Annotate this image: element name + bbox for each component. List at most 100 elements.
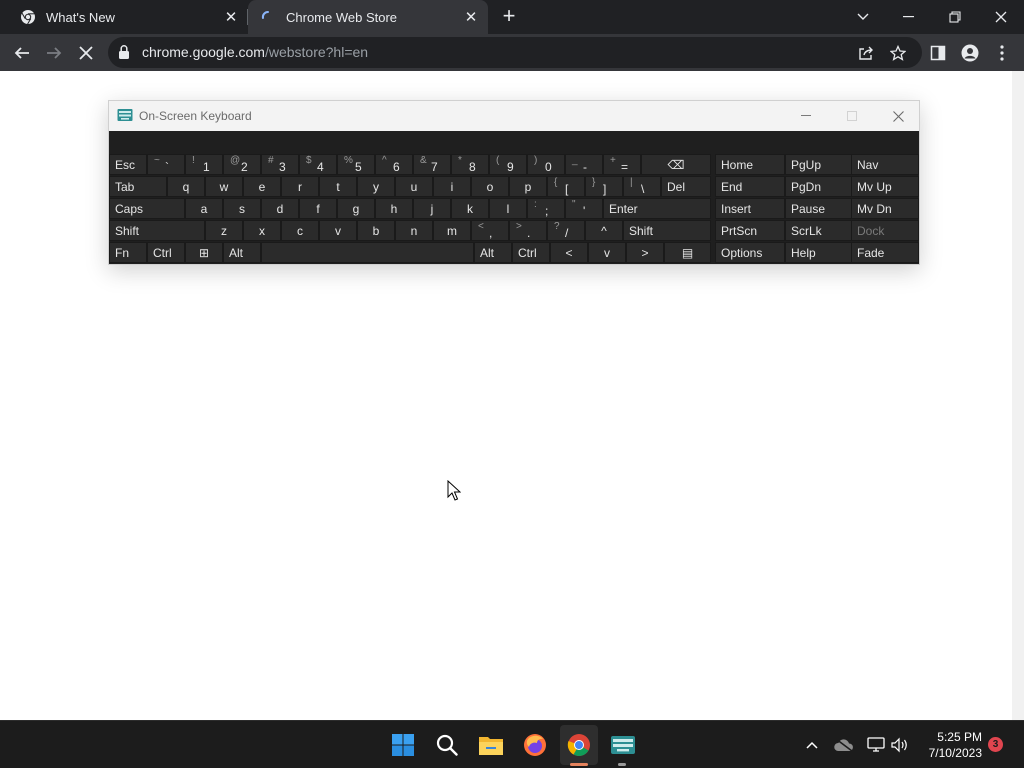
key-r[interactable]: r [281,176,319,197]
key-x[interactable]: x [243,220,281,241]
key-menu-key[interactable]: ▤ [664,242,711,263]
key-g[interactable]: g [337,198,375,219]
restore-icon[interactable] [932,0,978,34]
key-p[interactable]: p [509,176,547,197]
stop-loading-icon[interactable] [72,39,100,67]
minimize-icon[interactable] [886,0,932,34]
key-7[interactable]: & 7 [413,154,451,175]
address-bar[interactable]: chrome.google.com/webstore?hl=en [108,37,922,68]
key-j[interactable]: j [413,198,451,219]
key-z[interactable]: z [205,220,243,241]
new-tab-icon[interactable]: + [498,5,520,28]
key-l[interactable]: l [489,198,527,219]
firefox-icon[interactable] [520,730,550,760]
key-arrow-down[interactable]: v [588,242,626,263]
chrome-icon[interactable] [564,730,594,760]
key-sym[interactable]: :; [527,198,565,219]
key-dock[interactable]: Dock [851,220,919,241]
key-sym[interactable]: ~ ` [147,154,185,175]
key-3[interactable]: #3 [261,154,299,175]
osk-minimize-icon[interactable] [783,101,829,131]
tab-whats-new[interactable]: What's New ✕ [8,0,248,34]
key-fn[interactable]: Fn [109,242,147,263]
key-windows[interactable]: ⊞ [185,242,223,263]
key-scrlk[interactable]: ScrLk [785,220,855,241]
key-alt[interactable]: Alt [223,242,261,263]
key-b[interactable]: b [357,220,395,241]
onedrive-icon[interactable] [834,735,854,755]
key-o[interactable]: o [471,176,509,197]
key-ctrl[interactable]: Ctrl [147,242,185,263]
key-options[interactable]: Options [715,242,785,263]
key-y[interactable]: y [357,176,395,197]
key-shift[interactable]: Shift [109,220,205,241]
key-5[interactable]: % 5 [337,154,375,175]
key-arrow-up[interactable]: ^ [585,220,623,241]
key-s[interactable]: s [223,198,261,219]
key-t[interactable]: t [319,176,357,197]
key-tab[interactable]: Tab [109,176,167,197]
key-esc[interactable]: Esc [109,154,147,175]
key-sym[interactable]: | \ [623,176,661,197]
back-arrow-icon[interactable] [8,39,36,67]
on-screen-keyboard-icon[interactable] [608,730,638,760]
osk-titlebar[interactable]: On-Screen Keyboard [109,101,919,131]
key-fade[interactable]: Fade [851,242,919,263]
key-v[interactable]: v [319,220,357,241]
tab-chrome-web-store[interactable]: Chrome Web Store ✕ [248,0,488,34]
key-insert[interactable]: Insert [715,198,785,219]
key-mv-up[interactable]: Mv Up [851,176,919,197]
key-k[interactable]: k [451,198,489,219]
key-1[interactable]: ! 1 [185,154,223,175]
key-end[interactable]: End [715,176,785,197]
search-icon[interactable] [432,730,462,760]
key-sym[interactable]: + = [603,154,641,175]
key-pgup[interactable]: PgUp [785,154,855,175]
key-nav[interactable]: Nav [851,154,919,175]
key-f[interactable]: f [299,198,337,219]
key-sym[interactable]: <, [471,220,509,241]
page-scrollbar[interactable] [1012,71,1024,720]
key-m[interactable]: m [433,220,471,241]
menu-kebab-icon[interactable] [988,39,1016,67]
key-sym[interactable]: >. [509,220,547,241]
key-w[interactable]: w [205,176,243,197]
key-6[interactable]: ^ 6 [375,154,413,175]
key-arrow-left[interactable]: < [550,242,588,263]
key-sym[interactable]: {[ [547,176,585,197]
tab-search-chevron-icon[interactable] [840,0,886,34]
windows-start-icon[interactable] [388,730,418,760]
key-a[interactable]: a [185,198,223,219]
key-caps[interactable]: Caps [109,198,185,219]
key-prtscn[interactable]: PrtScn [715,220,785,241]
key-sym[interactable]: _ - [565,154,603,175]
key-n[interactable]: n [395,220,433,241]
key-sym[interactable]: " ' [565,198,603,219]
key-arrow-right[interactable]: > [626,242,664,263]
side-panel-icon[interactable] [924,39,952,67]
key-sym[interactable]: }] [585,176,623,197]
key-i[interactable]: i [433,176,471,197]
key-9[interactable]: (9 [489,154,527,175]
notification-badge[interactable]: 3 [988,737,1003,752]
key-pause[interactable]: Pause [785,198,855,219]
system-clock[interactable]: 5:25 PM 7/10/2023 [929,729,982,761]
key-h[interactable]: h [375,198,413,219]
key-ctrl[interactable]: Ctrl [512,242,550,263]
forward-arrow-icon[interactable] [40,39,68,67]
key-del[interactable]: Del [661,176,711,197]
osk-close-icon[interactable] [875,101,921,131]
key-e[interactable]: e [243,176,281,197]
profile-avatar-icon[interactable] [956,39,984,67]
key-u[interactable]: u [395,176,433,197]
key-8[interactable]: * 8 [451,154,489,175]
network-icon[interactable] [866,735,886,755]
key-spacebar[interactable] [261,242,474,263]
key-alt[interactable]: Alt [474,242,512,263]
file-explorer-icon[interactable] [476,730,506,760]
key-help[interactable]: Help [785,242,855,263]
key-mv-dn[interactable]: Mv Dn [851,198,919,219]
close-tab-icon[interactable]: ✕ [462,8,480,26]
key-4[interactable]: $4 [299,154,337,175]
key-shift[interactable]: Shift [623,220,711,241]
